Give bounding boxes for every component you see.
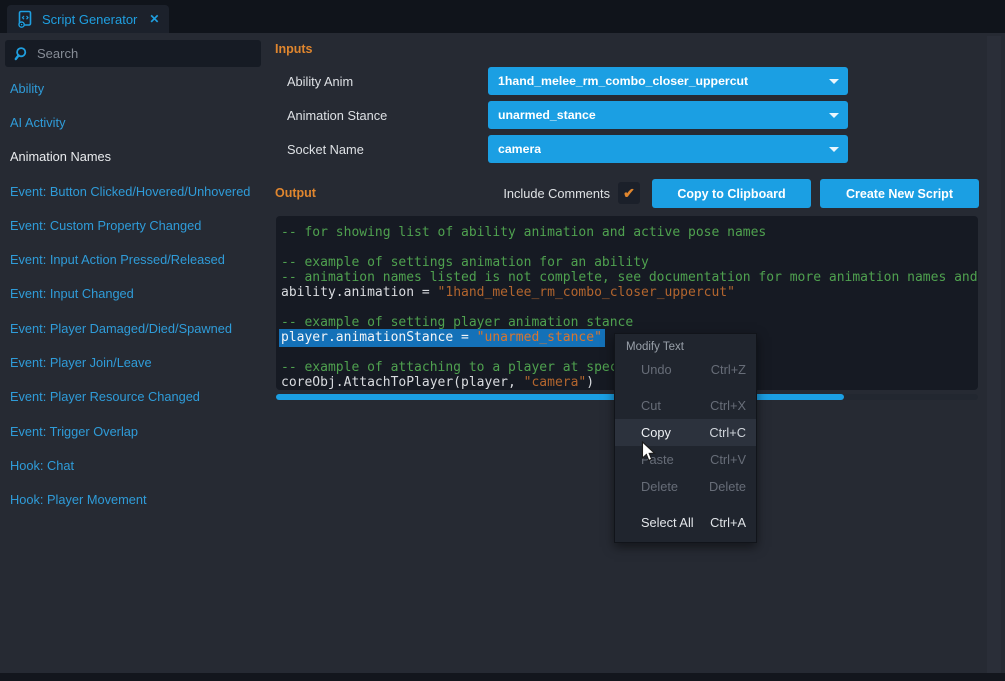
animation-stance-dropdown[interactable]: unarmed_stance: [488, 101, 848, 129]
sidebar-item[interactable]: Event: Button Clicked/Hovered/Unhovered: [0, 174, 268, 208]
context-menu-item-copy[interactable]: Copy Ctrl+C: [615, 419, 756, 446]
mouse-cursor: [641, 441, 658, 468]
socket-name-value: camera: [498, 142, 541, 156]
chevron-down-icon: [829, 147, 839, 152]
context-menu-item-paste: PasteCtrl+V: [615, 446, 756, 473]
code-line: -- example of setting player animation s…: [281, 315, 978, 330]
menu-item-label: Undo: [641, 362, 672, 377]
script-generator-window: Script Generator ✕ AbilityAI ActivityAni…: [0, 0, 1005, 681]
sidebar-item[interactable]: Event: Player Join/Leave: [0, 345, 268, 379]
animation-stance-label: Animation Stance: [287, 101, 387, 129]
code-line: -- for showing list of ability animation…: [281, 225, 978, 240]
code-line: -- animation names listed is not complet…: [281, 270, 978, 285]
create-new-script-button[interactable]: Create New Script: [820, 179, 979, 208]
sidebar-item[interactable]: Event: Custom Property Changed: [0, 208, 268, 242]
context-menu-item-delete: Delete Delete: [615, 473, 756, 500]
socket-name-dropdown[interactable]: camera: [488, 135, 848, 163]
code-line: [281, 240, 978, 255]
sidebar-item[interactable]: Event: Input Action Pressed/Released: [0, 242, 268, 276]
menu-item-shortcut: Ctrl+X: [710, 398, 746, 413]
socket-name-label: Socket Name: [287, 135, 364, 163]
context-menu-item-select-all[interactable]: Select All Ctrl+A: [615, 509, 756, 536]
sidebar-item[interactable]: AI Activity: [0, 105, 268, 139]
sidebar-item[interactable]: Event: Player Damaged/Died/Spawned: [0, 311, 268, 345]
copy-to-clipboard-button[interactable]: Copy to Clipboard: [652, 179, 811, 208]
search-box[interactable]: [5, 40, 261, 67]
vertical-scrollbar[interactable]: [987, 36, 1001, 673]
code-line: -- example of settings animation for an …: [281, 255, 978, 270]
sidebar-item[interactable]: Event: Player Resource Changed: [0, 380, 268, 414]
code-line: [281, 300, 978, 315]
ability-anim-dropdown[interactable]: 1hand_melee_rm_combo_closer_uppercut: [488, 67, 848, 95]
sidebar-item[interactable]: Hook: Chat: [0, 448, 268, 482]
include-comments-checkbox[interactable]: ✔: [618, 182, 640, 204]
text-selection: player.animationStance = "unarmed_stance…: [279, 329, 605, 347]
ability-anim-label: Ability Anim: [287, 67, 353, 95]
menu-item-label: Delete: [641, 479, 678, 494]
menu-item-shortcut: Ctrl+A: [710, 515, 746, 530]
search-input[interactable]: [37, 46, 237, 61]
context-menu-item-cut: Cut Ctrl+X: [615, 392, 756, 419]
include-comments-label: Include Comments: [430, 182, 610, 204]
tab-close-icon[interactable]: ✕: [149, 12, 159, 26]
bottom-bar: [0, 673, 1005, 681]
menu-item-shortcut: Ctrl+Z: [711, 362, 746, 377]
check-icon: ✔: [623, 185, 635, 202]
tab-script-generator[interactable]: Script Generator ✕: [7, 5, 169, 33]
tab-title: Script Generator: [42, 12, 137, 27]
context-menu-title: Modify Text: [615, 338, 756, 356]
menu-item-shortcut: Ctrl+C: [709, 425, 746, 440]
animation-stance-value: unarmed_stance: [498, 108, 596, 122]
menu-item-label: Copy: [641, 425, 671, 440]
menu-item-label: Select All: [641, 515, 694, 530]
ability-anim-value: 1hand_melee_rm_combo_closer_uppercut: [498, 74, 748, 88]
chevron-down-icon: [829, 113, 839, 118]
sidebar-item[interactable]: Hook: Player Movement: [0, 483, 268, 517]
inputs-header: Inputs: [275, 42, 313, 56]
menu-item-shortcut: Delete: [709, 479, 746, 494]
tab-bar: Script Generator ✕: [0, 0, 1005, 33]
chevron-down-icon: [829, 79, 839, 84]
sidebar-item[interactable]: Event: Input Changed: [0, 277, 268, 311]
sidebar-nav: AbilityAI ActivityAnimation NamesEvent: …: [0, 71, 268, 517]
menu-item-shortcut: Ctrl+V: [710, 452, 746, 467]
menu-item-label: Cut: [641, 398, 661, 413]
sidebar-item[interactable]: Event: Trigger Overlap: [0, 414, 268, 448]
horizontal-scrollbar-thumb[interactable]: [276, 394, 844, 400]
sidebar-item[interactable]: Ability: [0, 71, 268, 105]
sidebar-item[interactable]: Animation Names: [0, 140, 268, 174]
context-menu: Modify Text Undo Ctrl+Z Cut Ctrl+X Copy Ctrl+…: [614, 333, 757, 543]
code-line: ability.animation = "1hand_melee_rm_comb…: [281, 285, 978, 300]
context-menu-item-undo: Undo Ctrl+Z: [615, 356, 756, 383]
search-icon: [14, 46, 30, 62]
output-header: Output: [275, 186, 316, 200]
script-gear-icon: [16, 10, 35, 29]
